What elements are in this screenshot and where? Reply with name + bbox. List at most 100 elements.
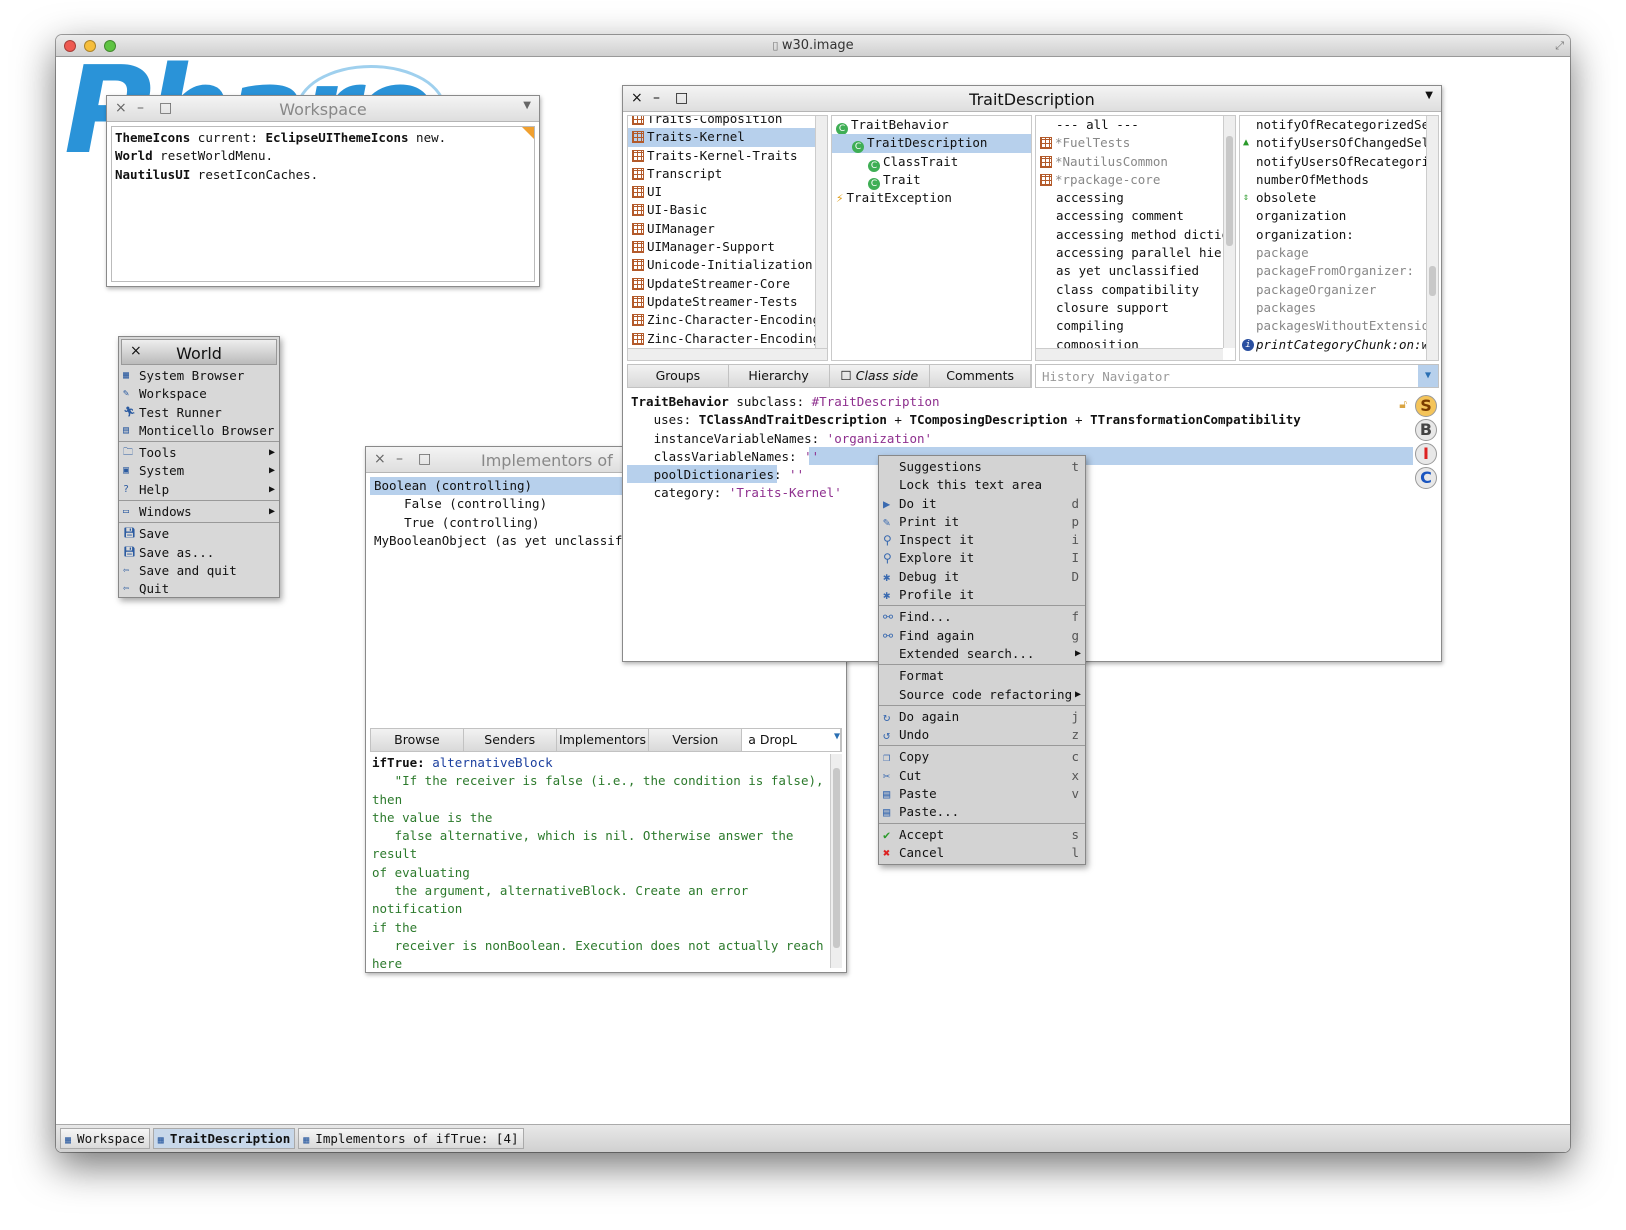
context-menu-item[interactable]: Format	[879, 667, 1085, 685]
side-button-s[interactable]: S	[1415, 395, 1437, 417]
context-menu-item[interactable]: ❐ Copy c	[879, 748, 1085, 766]
method-item[interactable]: ⇕ obsolete	[1240, 189, 1438, 207]
context-menu-item[interactable]: ✱ Profile it	[879, 586, 1085, 604]
context-menu-item[interactable]: ↻ Do again j	[879, 708, 1085, 726]
protocol-item[interactable]: class compatibility	[1036, 281, 1235, 299]
class-side-checkbox[interactable]: ☐ Class side	[829, 365, 931, 387]
package-item[interactable]: Unicode-Initialization	[628, 256, 827, 274]
world-menu-item[interactable]: 🏃︎ Test Runner	[119, 404, 279, 422]
package-item[interactable]: UpdateStreamer-Core	[628, 275, 827, 293]
scroll-thumb[interactable]	[1429, 266, 1436, 296]
method-item[interactable]: packagesWithoutExtension	[1240, 317, 1438, 335]
context-menu-item[interactable]: Extended search... ▶	[879, 645, 1085, 663]
workspace-window[interactable]: × – □ Workspace ▼ ThemeIcons current: Ec…	[106, 95, 540, 287]
world-menu-item[interactable]: 💾︎ Save	[119, 525, 279, 543]
context-menu-item[interactable]: ⚯ Find... f	[879, 608, 1085, 626]
method-item[interactable]: numberOfMethods	[1240, 171, 1438, 189]
workspace-title-bar[interactable]: × – □ Workspace ▼	[107, 96, 539, 122]
method-item[interactable]: i printCategoryChunk:on:w	[1240, 336, 1438, 354]
implementors-tab-0[interactable]: Browse	[371, 729, 464, 751]
package-item[interactable]: Transcript	[628, 165, 827, 183]
package-item[interactable]: UI	[628, 183, 827, 201]
context-menu-item[interactable]: ✖ Cancel l	[879, 844, 1085, 862]
protocol-item[interactable]: *rpackage-core	[1036, 171, 1235, 189]
package-item[interactable]: UpdateStreamer-Tests	[628, 293, 827, 311]
text-context-menu[interactable]: Suggestions t Lock this text area ▶ Do it d ✎ P…	[878, 455, 1086, 866]
world-menu-item[interactable]: ⇦ Save and quit	[119, 562, 279, 580]
world-menu-item[interactable]: 💾︎ Save as...	[119, 544, 279, 562]
context-menu-item[interactable]: ⚲ Inspect it i	[879, 531, 1085, 549]
context-menu-item[interactable]: ▤ Paste...	[879, 803, 1085, 821]
package-item[interactable]: UIManager	[628, 220, 827, 238]
packages-scrollbar[interactable]	[815, 116, 827, 348]
taskbar-button[interactable]: ▦ TraitDescription	[152, 1128, 296, 1149]
protocol-item[interactable]: as yet unclassified	[1036, 262, 1235, 280]
protocol-item[interactable]: closure support	[1036, 299, 1235, 317]
world-menu-item[interactable]: ▤ Monticello Browser	[119, 422, 279, 440]
context-menu-item[interactable]: ↺ Undo z	[879, 726, 1085, 744]
world-menu-item[interactable]: ? Help ▶	[119, 481, 279, 499]
implementors-tab-3[interactable]: Version	[649, 729, 743, 751]
protocol-item[interactable]: accessing comment	[1036, 207, 1235, 225]
protocol-item[interactable]: --- all ---	[1036, 116, 1235, 134]
minimize-icon[interactable]: –	[396, 451, 403, 467]
groups-button[interactable]: Groups	[628, 365, 729, 387]
lock-icon[interactable]: 🔓︎	[1399, 397, 1407, 412]
maximize-icon[interactable]: □	[418, 451, 431, 467]
browser-title-bar[interactable]: × – □ TraitDescription ▼	[623, 86, 1441, 112]
pharo-world[interactable]: Pharo × – □ Workspace ▼ ThemeIcons curre…	[56, 52, 1570, 1152]
taskbar-button[interactable]: ▦ Implementors of ifTrue: [4]	[298, 1128, 524, 1149]
protocol-item[interactable]: *FuelTests	[1036, 134, 1235, 152]
fullscreen-icon[interactable]: ⤢	[1555, 39, 1564, 53]
world-menu-item[interactable]: 🗀 Tools ▶	[119, 444, 279, 462]
class-item[interactable]: C TraitDescription	[832, 134, 1031, 154]
method-item[interactable]: organization	[1240, 207, 1438, 225]
method-item[interactable]: organization:	[1240, 226, 1438, 244]
protocol-item[interactable]: compiling	[1036, 317, 1235, 335]
package-item[interactable]: Zinc-Character-Encoding-	[628, 330, 827, 348]
class-item[interactable]: C ClassTrait	[832, 153, 1031, 172]
window-menu-icon[interactable]: ▼	[523, 100, 531, 111]
context-menu-item[interactable]: Source code refactoring ▶	[879, 686, 1085, 704]
protocols-hscrollbar[interactable]	[1036, 348, 1223, 360]
workspace-editor[interactable]: ThemeIcons current: EclipseUIThemeIcons …	[111, 126, 535, 282]
protocol-item[interactable]: accessing method diction	[1036, 226, 1235, 244]
context-menu-item[interactable]: Suggestions t	[879, 458, 1085, 476]
context-menu-item[interactable]: ⚯ Find again g	[879, 627, 1085, 645]
history-navigator[interactable]: History Navigator ▼	[1035, 364, 1439, 388]
world-menu-item[interactable]: ▣ System ▶	[119, 462, 279, 480]
context-menu-item[interactable]: ▶ Do it d	[879, 495, 1085, 513]
implementors-tab-2[interactable]: Implementors	[556, 729, 650, 751]
implementors-tab-1[interactable]: Senders	[463, 729, 557, 751]
scroll-thumb[interactable]	[833, 768, 840, 948]
classes-pane[interactable]: C TraitBehavior C TraitDescription C ClassTra…	[831, 115, 1032, 361]
class-item[interactable]: ⚡︎ TraitException	[832, 189, 1031, 207]
protocols-pane[interactable]: --- all --- *FuelTests *NautilusCommon *rpa…	[1035, 115, 1236, 361]
package-item[interactable]: UIManager-Support	[628, 238, 827, 256]
method-item[interactable]: packages	[1240, 299, 1438, 317]
methods-scrollbar[interactable]	[1426, 116, 1438, 360]
hierarchy-button[interactable]: Hierarchy	[728, 365, 830, 387]
protocol-item[interactable]: *NautilusCommon	[1036, 153, 1235, 171]
scroll-thumb[interactable]	[1226, 136, 1233, 246]
dropdown-arrow-icon[interactable]: ▼	[1418, 365, 1438, 387]
package-item[interactable]: Traits-Composition	[628, 116, 827, 128]
protocol-item[interactable]: accessing parallel hiera	[1036, 244, 1235, 262]
method-item[interactable]: notifyUsersOfRecategoriz	[1240, 153, 1438, 171]
close-icon[interactable]: ×	[374, 451, 386, 467]
implementors-code[interactable]: ifTrue: alternativeBlock "If the receive…	[370, 754, 842, 968]
context-menu-item[interactable]: ▤ Paste v	[879, 785, 1085, 803]
package-item[interactable]: UI-Basic	[628, 201, 827, 219]
method-item[interactable]: package	[1240, 244, 1438, 262]
protocol-item[interactable]: accessing	[1036, 189, 1235, 207]
package-item[interactable]: Traits-Kernel-Traits	[628, 147, 827, 165]
method-item[interactable]: packageOrganizer	[1240, 281, 1438, 299]
package-item[interactable]: Traits-Kernel	[628, 128, 827, 147]
protocols-scrollbar[interactable]	[1223, 116, 1235, 348]
world-menu-item[interactable]: ⇦ Quit	[119, 580, 279, 598]
method-item[interactable]: ▲ notifyUsersOfChangedSele	[1240, 134, 1438, 152]
world-menu-item[interactable]: ▭ Windows ▶	[119, 503, 279, 521]
packages-pane[interactable]: Traits-Composition Traits-Kernel Traits-Ke…	[627, 115, 828, 361]
checkbox-icon[interactable]: ☐	[841, 368, 856, 383]
class-item[interactable]: C TraitBehavior	[832, 116, 1031, 135]
